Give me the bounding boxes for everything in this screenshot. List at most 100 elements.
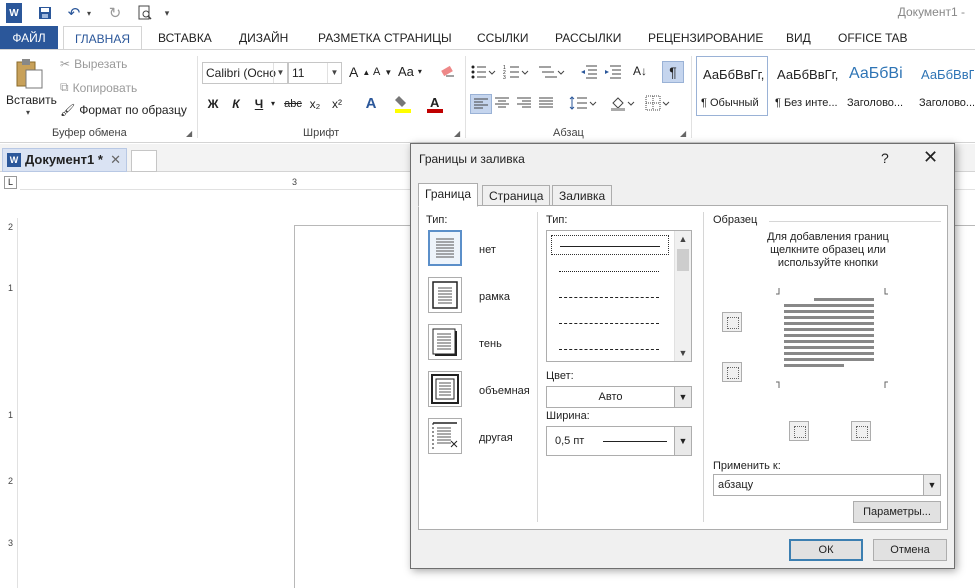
show-marks-button[interactable]: ¶ <box>662 61 684 83</box>
tab-insert[interactable]: ВСТАВКА <box>158 26 212 50</box>
justify-icon[interactable] <box>539 97 553 109</box>
bold-button[interactable]: Ж <box>204 94 222 114</box>
increase-indent-icon[interactable] <box>604 64 622 80</box>
setting-none-button[interactable] <box>428 230 462 266</box>
paragraph-launcher-icon[interactable]: ◢ <box>680 129 686 138</box>
tab-page-layout[interactable]: РАЗМЕТКА СТРАНИЦЫ <box>318 26 452 50</box>
font-size-combo[interactable]: 11 ▼ <box>288 62 342 84</box>
align-center-icon[interactable] <box>495 97 509 109</box>
options-button[interactable]: Параметры... <box>853 501 941 523</box>
tab-office-tab[interactable]: OFFICE TAB <box>838 26 908 50</box>
align-left-icon[interactable] <box>470 94 492 114</box>
style-heading-2[interactable]: АаБбВвГ Заголово... <box>914 56 975 116</box>
shrink-font-button[interactable]: A ▼ <box>373 66 392 78</box>
color-combo[interactable]: Авто ▼ <box>546 386 692 408</box>
cancel-button[interactable]: Отмена <box>873 539 947 561</box>
setting-box-button[interactable] <box>428 277 462 313</box>
borders-icon[interactable] <box>645 95 671 111</box>
ok-button[interactable]: ОК <box>789 539 863 561</box>
numbering-button[interactable]: 123 <box>503 64 529 80</box>
style-no-spacing[interactable]: АаБбВвГг, ¶ Без инте... <box>770 56 842 116</box>
bullets-button[interactable] <box>470 64 496 80</box>
tab-file[interactable]: ФАЙЛ <box>0 26 58 50</box>
italic-button[interactable]: К <box>227 94 245 114</box>
line-style-dash-dot[interactable] <box>551 339 669 359</box>
tab-view[interactable]: ВИД <box>786 26 811 50</box>
chevron-down-icon[interactable]: ▼ <box>674 387 691 407</box>
highlight-color-icon[interactable] <box>392 94 414 114</box>
format-painter-button[interactable]: 🖌 Формат по образцу <box>60 103 187 117</box>
paste-dropdown-icon[interactable]: ▾ <box>26 108 30 117</box>
border-preview-area[interactable] <box>773 288 891 388</box>
scroll-thumb[interactable] <box>677 249 689 271</box>
top-border-icon[interactable] <box>722 312 742 332</box>
shading-icon[interactable] <box>610 95 636 111</box>
scroll-down-icon[interactable]: ▼ <box>675 345 691 361</box>
redo-icon[interactable]: ↻ <box>106 3 124 23</box>
tab-borders[interactable]: Граница <box>418 183 479 207</box>
line-style-dashed[interactable] <box>551 313 669 333</box>
tab-home[interactable]: ГЛАВНАЯ <box>63 26 142 50</box>
tab-page-border[interactable]: Страница <box>482 185 551 206</box>
paste-icon[interactable] <box>14 58 44 90</box>
right-border-icon[interactable] <box>851 421 871 441</box>
setting-3d-button[interactable] <box>428 371 462 407</box>
line-style-scrollbar[interactable]: ▲ ▼ <box>674 231 691 361</box>
line-style-dotted[interactable] <box>551 261 669 281</box>
multilevel-list-button[interactable] <box>537 64 565 80</box>
tab-references[interactable]: ССЫЛКИ <box>477 26 528 50</box>
print-preview-icon[interactable] <box>136 3 154 23</box>
word-logo-icon[interactable]: W <box>6 3 22 23</box>
style-normal[interactable]: АаБбВвГг, ¶ Обычный <box>696 56 768 116</box>
close-button[interactable]: ✕ <box>923 148 938 166</box>
width-combo[interactable]: 0,5 пт ▼ <box>546 426 692 456</box>
subscript-button[interactable]: x₂ <box>306 94 324 114</box>
tab-review[interactable]: РЕЦЕНЗИРОВАНИЕ <box>648 26 763 50</box>
change-case-button[interactable]: Aa ▾ <box>398 64 422 79</box>
line-style-list[interactable]: ▲ ▼ <box>546 230 692 362</box>
decrease-indent-icon[interactable] <box>580 64 598 80</box>
tab-shading[interactable]: Заливка <box>552 185 613 206</box>
tab-selector[interactable]: L <box>4 176 17 189</box>
chevron-down-icon[interactable]: ▼ <box>327 63 341 83</box>
chevron-down-icon[interactable]: ▼ <box>273 63 287 83</box>
undo-dropdown-icon[interactable]: ▾ <box>84 3 94 23</box>
clear-formatting-button[interactable] <box>440 63 456 79</box>
vertical-ruler[interactable]: 2 1 1 2 3 <box>6 218 18 588</box>
customize-qat-icon[interactable]: ▾ <box>162 3 172 23</box>
close-icon[interactable]: ✕ <box>110 149 121 171</box>
chevron-down-icon[interactable]: ▼ <box>923 475 940 495</box>
new-tab-button[interactable] <box>131 150 157 172</box>
sort-icon[interactable]: A↓ <box>633 64 647 78</box>
style-heading-1[interactable]: АаБбВі Заголово... <box>842 56 914 116</box>
copy-button[interactable]: ⧉ Копировать <box>60 80 137 95</box>
scroll-up-icon[interactable]: ▲ <box>675 231 691 247</box>
strikethrough-button[interactable]: abc <box>282 94 304 114</box>
apply-to-combo[interactable]: абзацу ▼ <box>713 474 941 496</box>
line-spacing-icon[interactable] <box>569 96 597 110</box>
tab-design[interactable]: ДИЗАЙН <box>239 26 288 50</box>
font-color-icon[interactable]: A <box>424 94 446 114</box>
bottom-border-icon[interactable] <box>722 362 742 382</box>
underline-dropdown-icon[interactable]: ▾ <box>268 94 278 114</box>
paste-button[interactable]: Вставить <box>6 93 57 107</box>
help-button[interactable]: ? <box>881 150 889 166</box>
save-icon[interactable] <box>36 3 54 23</box>
line-style-solid[interactable] <box>551 235 669 255</box>
text-effects-icon[interactable]: A <box>360 94 382 114</box>
tab-mailings[interactable]: РАССЫЛКИ <box>555 26 621 50</box>
setting-custom-button[interactable] <box>428 418 462 454</box>
superscript-button[interactable]: x² <box>328 94 346 114</box>
document-tab[interactable]: W Документ1 * ✕ <box>2 148 127 172</box>
line-style-dashed-small[interactable] <box>551 287 669 307</box>
grow-font-button[interactable]: A ▲ <box>349 64 370 80</box>
left-border-icon[interactable] <box>789 421 809 441</box>
cut-button[interactable]: ✂ Вырезать <box>60 57 127 71</box>
font-launcher-icon[interactable]: ◢ <box>454 129 460 138</box>
font-family-combo[interactable]: Calibri (Осно ▼ <box>202 62 288 84</box>
chevron-down-icon[interactable]: ▼ <box>674 427 691 455</box>
clipboard-launcher-icon[interactable]: ◢ <box>186 129 192 138</box>
align-right-icon[interactable] <box>517 97 531 109</box>
undo-icon[interactable]: ↶ <box>66 3 82 23</box>
underline-button[interactable]: Ч <box>250 94 268 114</box>
